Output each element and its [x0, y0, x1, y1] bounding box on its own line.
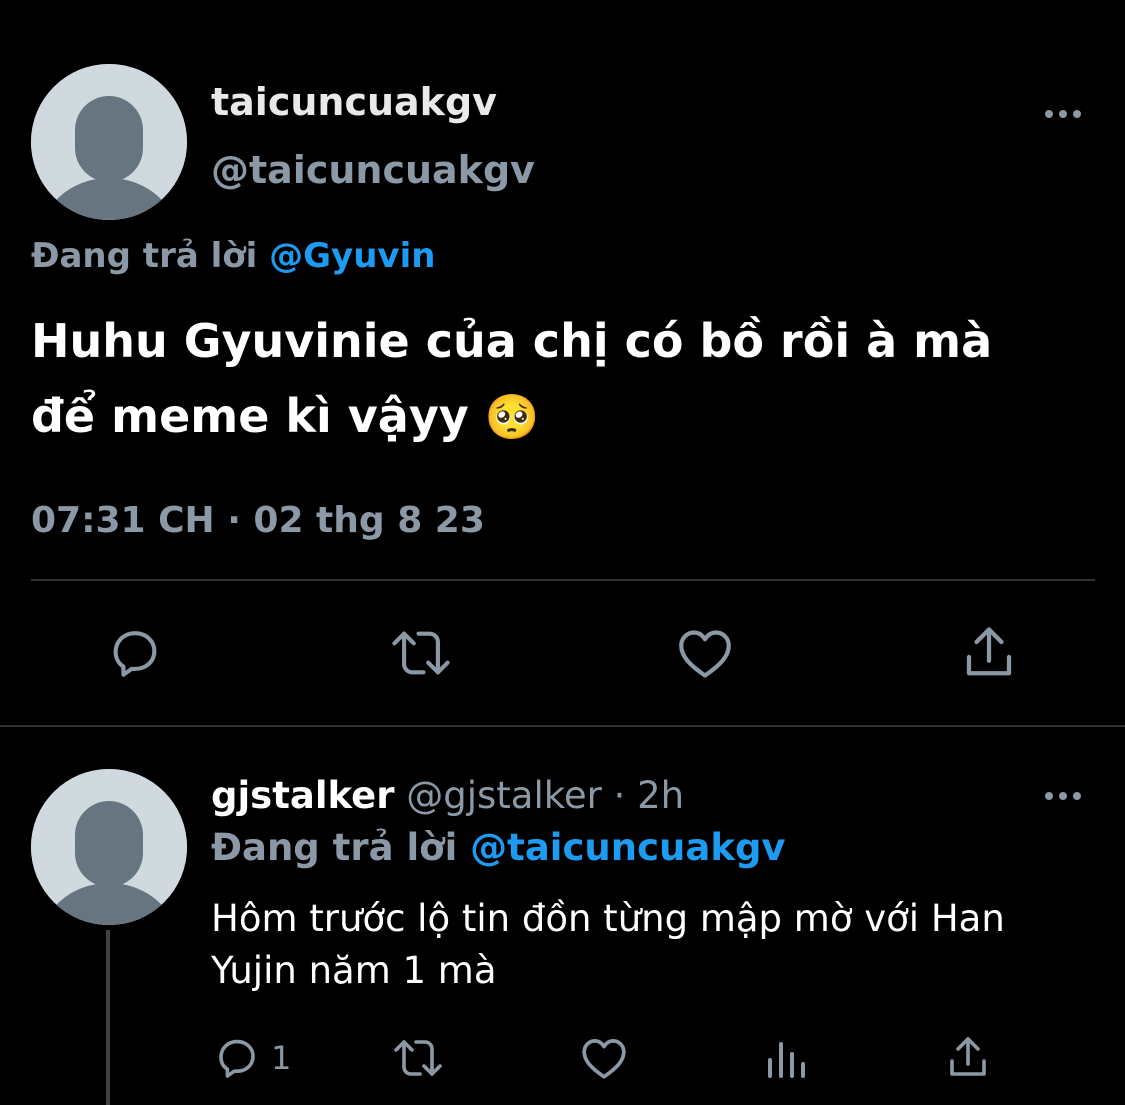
reply-to-link[interactable]: @Gyuvin: [269, 236, 435, 276]
main-tweet-timestamp[interactable]: 07:31 CH · 02 thg 8 23: [31, 497, 485, 545]
reply-to-link[interactable]: @taicuncuakgv: [470, 826, 785, 869]
pleading-face-emoji: 🥺: [484, 392, 540, 443]
main-tweet-avatar[interactable]: [31, 64, 187, 220]
reply-tweet-time[interactable]: 2h: [637, 774, 684, 817]
reply-button[interactable]: 1: [213, 1034, 291, 1082]
like-icon[interactable]: [675, 624, 735, 682]
main-tweet-text-line2-wrap: để meme kì vậyy 🥺: [31, 385, 540, 449]
retweet-icon[interactable]: [388, 624, 454, 682]
share-icon[interactable]: [959, 622, 1019, 682]
reply-tweet-text-line2: Yujin năm 1 mà: [211, 949, 497, 992]
divider: [31, 579, 1095, 581]
reply-tweet-reply-context: Đang trả lời @taicuncuakgv: [211, 824, 786, 872]
reply-prefix: Đang trả lời: [211, 826, 458, 869]
reply-tweet-text-line1: Hôm trước lộ tin đồn từng mập mờ với Han: [211, 897, 1005, 940]
main-tweet-handle[interactable]: @taicuncuakgv: [211, 148, 535, 192]
default-avatar-icon: [31, 769, 187, 925]
more-icon[interactable]: [1045, 792, 1081, 800]
like-icon[interactable]: [579, 1034, 629, 1082]
retweet-icon[interactable]: [390, 1034, 446, 1082]
reply-tweet-avatar[interactable]: [31, 769, 187, 925]
reply-icon: [219, 1039, 255, 1078]
reply-tweet-header: gjstalker @gjstalker · 2h: [211, 772, 684, 820]
main-tweet-text-line1: Huhu Gyuvinie của chị có bồ rồi à mà: [31, 314, 993, 368]
reply-count: 1: [271, 1039, 292, 1077]
reply-prefix: Đang trả lời: [31, 236, 258, 276]
main-tweet-text-line2: để meme kì vậyy: [31, 389, 469, 443]
share-icon[interactable]: [944, 1032, 992, 1082]
section-divider: [0, 725, 1125, 727]
main-tweet-display-name[interactable]: taicuncuakgv: [211, 80, 497, 124]
main-tweet-reply-context: Đang trả lời @Gyuvin: [31, 234, 435, 278]
default-avatar-icon: [31, 64, 187, 220]
analytics-icon[interactable]: [764, 1034, 808, 1082]
more-icon[interactable]: [1045, 110, 1081, 118]
reply-tweet-display-name[interactable]: gjstalker: [211, 774, 394, 817]
time-separator: ·: [613, 774, 626, 817]
reply-icon[interactable]: [106, 624, 164, 682]
thread-line: [106, 930, 110, 1105]
reply-tweet-handle[interactable]: @gjstalker: [406, 774, 602, 817]
